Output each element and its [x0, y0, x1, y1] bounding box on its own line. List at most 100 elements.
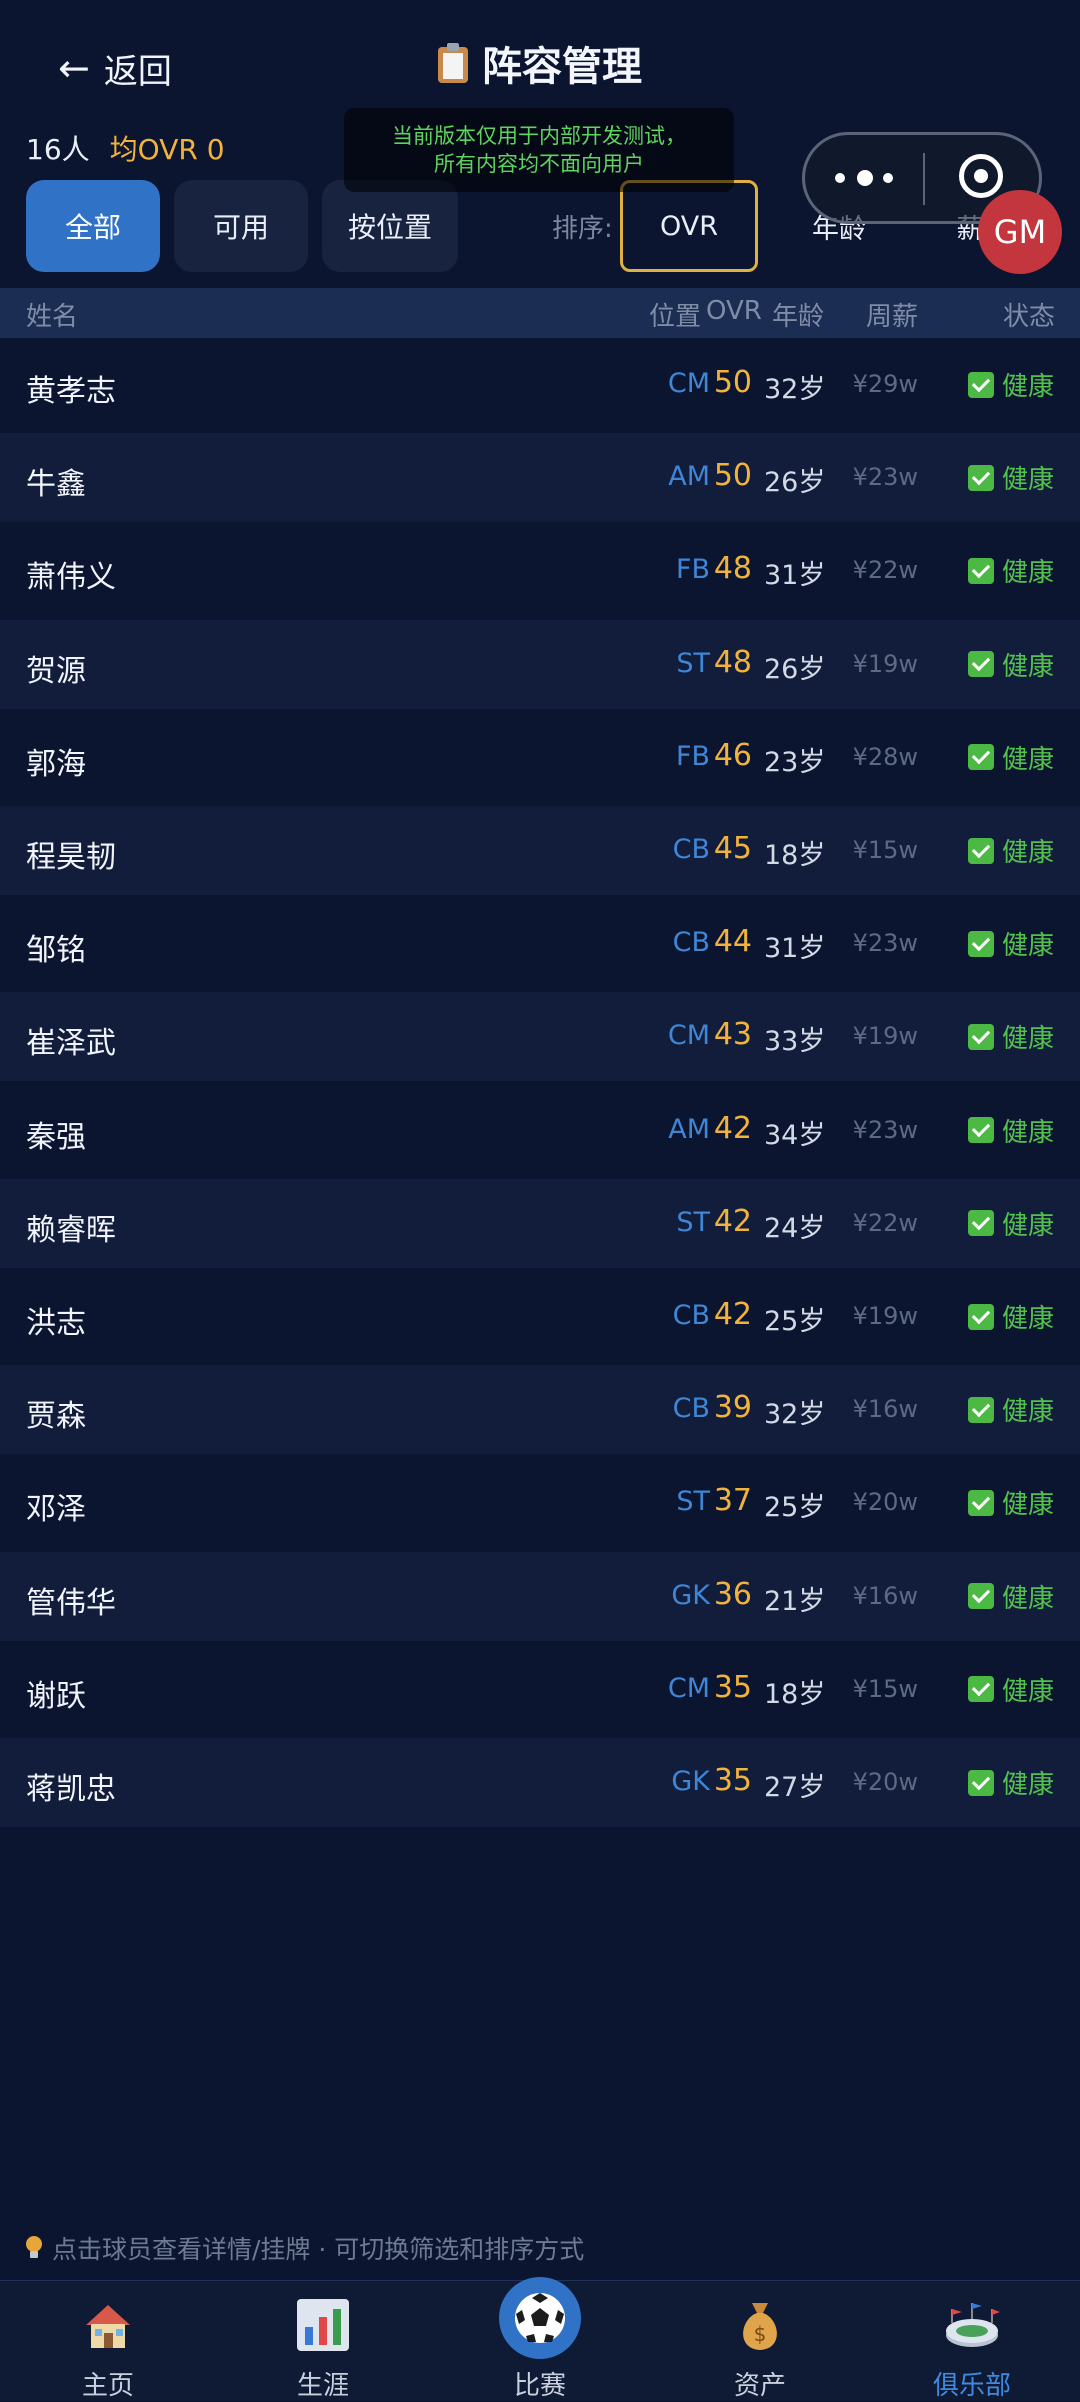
nav-match[interactable]: 比赛 — [460, 2277, 620, 2401]
player-status: 健康 — [968, 1205, 1054, 1242]
player-age: 26岁 — [764, 467, 826, 499]
table-row[interactable]: 黄孝志 CM 50 32岁 ¥29w 健康 — [0, 340, 1080, 429]
table-row[interactable]: 蒋凯忠 GK 35 27岁 ¥20w 健康 — [0, 1738, 1080, 1827]
close-miniprogram-icon[interactable] — [959, 154, 1003, 198]
soccer-ball-icon — [499, 2277, 581, 2359]
header-age: 年龄 — [772, 302, 825, 332]
dev-notice-line-1: 当前版本仅用于内部开发测试， — [392, 124, 686, 148]
nav-home-label: 主页 — [81, 2371, 134, 2401]
sort-ovr-button[interactable]: OVR — [620, 180, 758, 272]
player-position: ST — [676, 1206, 710, 1238]
more-options-icon[interactable] — [835, 163, 895, 193]
player-salary: ¥16w — [852, 1581, 918, 1610]
table-header: 姓名 位置 OVR 年龄 周薪 状态 — [0, 288, 1080, 338]
player-position: CB — [672, 927, 710, 959]
player-status: 健康 — [968, 1671, 1054, 1708]
header-salary: 周薪 — [866, 302, 919, 332]
filter-all-label: 全部 — [64, 211, 121, 244]
table-row[interactable]: 郭海 FB 46 23岁 ¥28w 健康 — [0, 713, 1080, 802]
check-icon — [968, 371, 994, 398]
player-age: 27岁 — [764, 1772, 826, 1803]
player-salary: ¥29w — [852, 370, 918, 398]
player-age: 21岁 — [764, 1585, 826, 1617]
player-ovr: 35 — [713, 1669, 752, 1705]
player-ovr: 48 — [713, 644, 752, 680]
nav-career-label: 生涯 — [296, 2371, 349, 2401]
table-row[interactable]: 管伟华 GK 36 21岁 ¥16w 健康 — [0, 1551, 1080, 1641]
nav-career[interactable]: 生涯 — [243, 2281, 403, 2401]
table-row[interactable]: 牛鑫 AM 50 26岁 ¥23w 健康 — [0, 433, 1080, 523]
player-name: 贾森 — [26, 1399, 86, 1435]
player-status: 健康 — [968, 739, 1054, 776]
player-status: 健康 — [968, 552, 1054, 589]
player-ovr: 43 — [713, 1017, 752, 1053]
header-status: 状态 — [1003, 302, 1056, 332]
player-ovr: 36 — [713, 1576, 752, 1612]
check-icon — [968, 1489, 994, 1516]
player-salary: ¥22w — [852, 1208, 918, 1237]
player-position: CM — [667, 368, 710, 399]
capsule-divider — [923, 153, 925, 205]
player-name: 崔泽武 — [26, 1026, 116, 1062]
filter-available-label: 可用 — [212, 211, 269, 244]
filter-by-position-button[interactable]: 按位置 — [322, 180, 458, 272]
player-salary: ¥22w — [852, 556, 918, 585]
header-name: 姓名 — [26, 302, 79, 332]
filter-available-button[interactable]: 可用 — [174, 180, 308, 272]
table-row[interactable]: 邹铭 CB 44 31岁 ¥23w 健康 — [0, 899, 1080, 988]
player-age: 32岁 — [764, 374, 826, 405]
player-status: 健康 — [968, 1018, 1054, 1055]
table-row[interactable]: 洪志 CB 42 25岁 ¥19w 健康 — [0, 1272, 1080, 1361]
player-salary: ¥20w — [852, 1768, 918, 1796]
header-ovr: OVR — [706, 296, 762, 326]
player-salary: ¥15w — [852, 836, 918, 864]
table-row[interactable]: 赖睿晖 ST 42 24岁 ¥22w 健康 — [0, 1178, 1080, 1268]
player-age: 18岁 — [764, 840, 826, 871]
table-row[interactable]: 贺源 ST 48 26岁 ¥19w 健康 — [0, 619, 1080, 709]
stadium-icon — [946, 2303, 1000, 2347]
player-position: ST — [676, 1486, 710, 1518]
table-row[interactable]: 谢跃 CM 35 18岁 ¥15w 健康 — [0, 1645, 1080, 1734]
player-age: 31岁 — [764, 933, 826, 965]
status-label: 健康 — [1002, 372, 1055, 402]
player-salary: ¥16w — [852, 1395, 918, 1424]
status-label: 健康 — [1002, 1583, 1055, 1614]
player-status: 健康 — [968, 925, 1054, 962]
player-salary: ¥19w — [852, 1022, 918, 1051]
table-row[interactable]: 程昊韧 CB 45 18岁 ¥15w 健康 — [0, 806, 1080, 895]
player-position: CB — [672, 1300, 710, 1331]
page-title-text: 阵容管理 — [482, 44, 642, 90]
status-label: 健康 — [1002, 1304, 1055, 1334]
dev-notice: 当前版本仅用于内部开发测试， 所有内容均不面向用户 — [344, 108, 734, 192]
check-icon — [968, 837, 994, 864]
player-position: AM — [668, 461, 710, 493]
check-icon — [968, 1583, 994, 1610]
player-status: 健康 — [968, 832, 1054, 869]
gm-button[interactable]: GM — [978, 190, 1062, 274]
player-status: 健康 — [968, 1112, 1054, 1149]
squad-summary: 16人 均OVR 0 — [26, 128, 225, 168]
check-icon — [968, 1117, 994, 1144]
table-row[interactable]: 崔泽武 CM 43 33岁 ¥19w 健康 — [0, 992, 1080, 1082]
player-age: 25岁 — [764, 1306, 826, 1337]
status-label: 健康 — [1002, 1024, 1055, 1055]
hint-text: 点击球员查看详情/挂牌 · 可切换筛选和排序方式 — [26, 2230, 584, 2266]
table-row[interactable]: 秦强 AM 42 34岁 ¥23w 健康 — [0, 1086, 1080, 1175]
status-label: 健康 — [1002, 838, 1055, 868]
player-position: CB — [672, 834, 710, 865]
player-status: 健康 — [968, 1484, 1054, 1521]
average-ovr: 均OVR 0 — [109, 133, 225, 166]
nav-club[interactable]: 俱乐部 — [892, 2281, 1052, 2401]
table-row[interactable]: 邓泽 ST 37 25岁 ¥20w 健康 — [0, 1458, 1080, 1547]
status-label: 健康 — [1002, 1117, 1055, 1148]
filter-all-button[interactable]: 全部 — [26, 180, 160, 272]
status-label: 健康 — [1002, 465, 1055, 496]
nav-assets[interactable]: $ 资产 — [680, 2281, 840, 2401]
player-name: 蒋凯忠 — [26, 1772, 116, 1807]
player-salary: ¥28w — [852, 742, 918, 771]
table-row[interactable]: 萧伟义 FB 48 31岁 ¥22w 健康 — [0, 526, 1080, 615]
nav-home[interactable]: 主页 — [28, 2281, 188, 2401]
status-label: 健康 — [1002, 1770, 1055, 1800]
player-status: 健康 — [968, 459, 1054, 496]
table-row[interactable]: 贾森 CB 39 32岁 ¥16w 健康 — [0, 1365, 1080, 1455]
